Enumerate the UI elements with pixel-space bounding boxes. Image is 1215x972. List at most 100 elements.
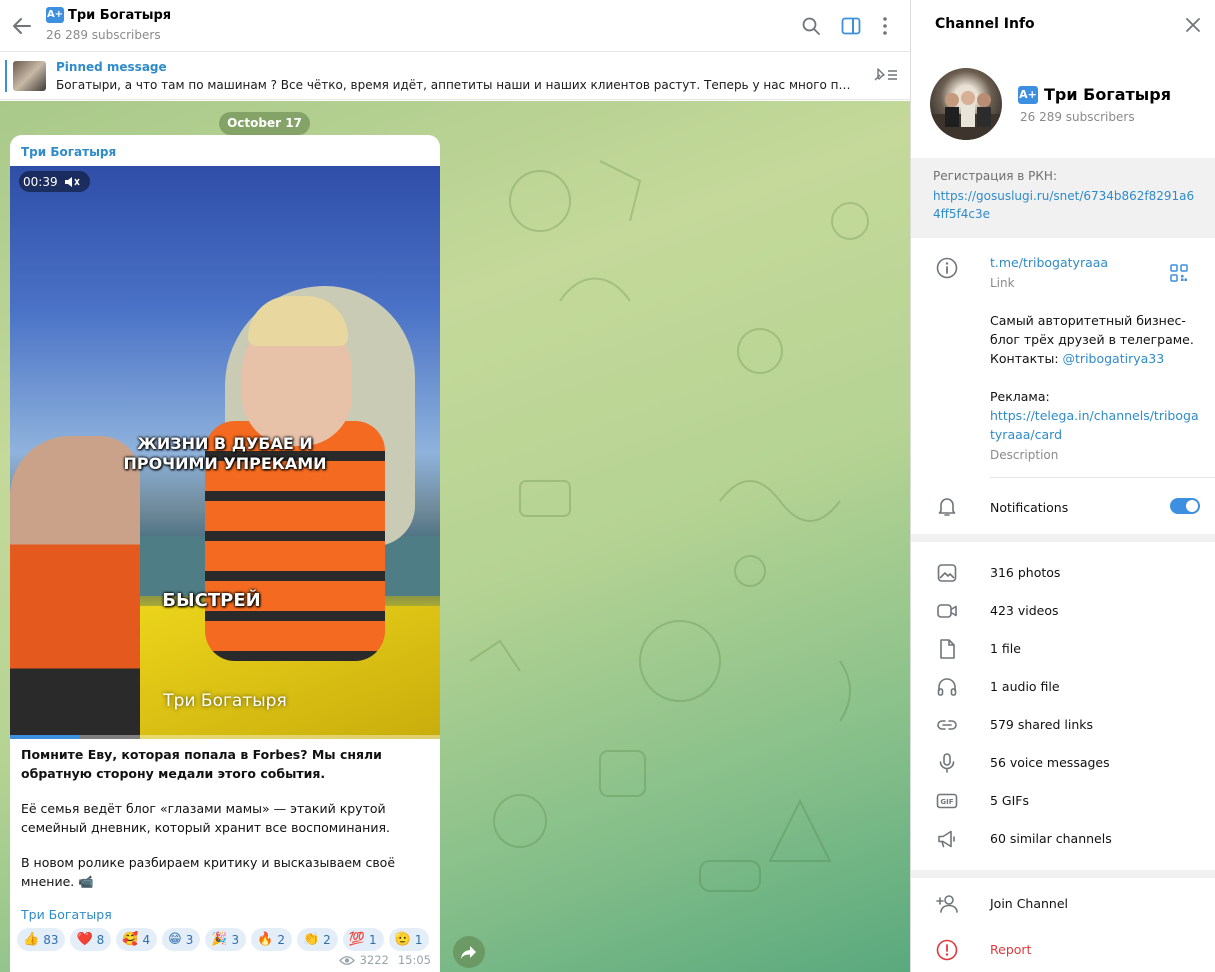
message-signature: Три Богатыря (21, 907, 112, 922)
bell-icon (935, 494, 959, 518)
reaction-chip[interactable]: 🫡 1 (388, 928, 430, 951)
reaction-count: 83 (43, 932, 59, 947)
chat-header: A+ Три Богатыря 26 289 subscribers (0, 0, 910, 52)
pinned-indicator (5, 60, 7, 92)
photo-icon (935, 561, 959, 585)
media-row-files[interactable]: 1 file (911, 630, 1215, 668)
verified-badge-icon: A+ (1018, 85, 1038, 104)
channel-subscribers: 26 289 subscribers (1020, 110, 1135, 124)
forward-button[interactable] (453, 936, 485, 968)
report-label: Report (990, 942, 1032, 957)
telegram-window: A+ Три Богатыря 26 289 subscribers Pinne… (0, 0, 1215, 972)
actions-section: Join Channel Report (911, 878, 1215, 972)
video-progress-fill (10, 735, 79, 739)
message-meta: 3222 15:05 (338, 953, 431, 967)
link-icon (935, 713, 959, 737)
description-contacts: Контакты: @tribogatirya33 (990, 349, 1200, 368)
message-time: 15:05 (397, 953, 431, 967)
reaction-emoji: 💯 (348, 932, 365, 947)
info-header: Channel Info A+ Три Богатыря 26 289 subs… (911, 0, 1215, 158)
reaction-chip[interactable]: 🎉 3 (205, 928, 247, 951)
media-row-audio[interactable]: 1 audio file (911, 668, 1215, 706)
report-button[interactable]: Report (911, 931, 1215, 969)
media-label: 316 photos (990, 565, 1061, 580)
rkn-title: Регистрация в РКН: (933, 169, 1057, 183)
media-row-links[interactable]: 579 shared links (911, 706, 1215, 744)
media-row-photos[interactable]: 316 photos (911, 554, 1215, 592)
reaction-emoji: 😁 (168, 932, 182, 947)
media-label: 56 voice messages (990, 755, 1110, 770)
reaction-chip[interactable]: 💯 1 (342, 928, 384, 951)
muted-speaker-icon[interactable] (64, 175, 80, 189)
contact-handle-link[interactable]: @tribogatirya33 (1063, 351, 1165, 366)
pinned-message-bar[interactable]: Pinned message Богатыри, а что там по ма… (0, 53, 910, 100)
ads-link[interactable]: https://telega.in/channels/tribogatyraaa… (990, 406, 1200, 444)
description-text: Самый авторитетный бизнес-блог трёх друз… (990, 313, 1194, 347)
message-text-p2: Её семья ведёт блог «глазами мамы» — эта… (21, 801, 390, 835)
info-title: Channel Info (935, 16, 1035, 32)
video-time: 00:39 (23, 174, 58, 189)
reaction-emoji: 🫡 (394, 932, 411, 947)
rkn-link[interactable]: https://gosuslugi.ru/snet/6734b862f8291a… (933, 187, 1201, 223)
chat-title[interactable]: A+ Три Богатыря (46, 7, 171, 23)
chat-subscribers: 26 289 subscribers (46, 28, 161, 42)
reaction-chip[interactable]: 👏 2 (296, 928, 338, 951)
sidebar-toggle-icon[interactable] (839, 14, 863, 38)
media-row-videos[interactable]: 423 videos (911, 592, 1215, 630)
message-author[interactable]: Три Богатыря (21, 145, 116, 159)
message-text: Помните Еву, которая попала в Forbes? Мы… (21, 745, 431, 907)
reaction-emoji: 🔥 (257, 932, 274, 947)
media-row-voice[interactable]: 56 voice messages (911, 744, 1215, 782)
description-label: Description (990, 448, 1059, 462)
channel-name-text: Три Богатыря (1044, 85, 1171, 104)
reaction-chip[interactable]: 🔥 2 (251, 928, 292, 951)
join-channel-label: Join Channel (990, 896, 1069, 911)
qr-code-icon[interactable] (1169, 263, 1189, 283)
video-timer[interactable]: 00:39 (19, 171, 90, 192)
svg-text:GIF: GIF (940, 798, 953, 806)
pinned-title: Pinned message (56, 60, 167, 74)
back-arrow-icon[interactable] (10, 14, 34, 38)
join-channel-button[interactable]: Join Channel (911, 885, 1215, 923)
close-icon[interactable] (1183, 15, 1203, 35)
eye-icon (338, 955, 355, 966)
channel-avatar[interactable] (930, 68, 1002, 140)
channel-name: A+ Три Богатыря (1018, 85, 1171, 104)
media-label: 5 GIFs (990, 793, 1030, 808)
headphones-icon (935, 675, 959, 699)
media-row-gifs[interactable]: GIF 5 GIFs (911, 782, 1215, 820)
chat-title-text: Три Богатыря (68, 7, 172, 23)
unpin-list-icon[interactable] (871, 66, 899, 84)
video-player[interactable]: 00:39 ЖИЗНИ В ДУБАЕ И ПРОЧИМИ УПРЕКАМИ Б… (10, 166, 440, 739)
gif-icon: GIF (935, 789, 959, 813)
video-progress-bar[interactable] (10, 735, 440, 739)
reaction-chip[interactable]: ❤️ 8 (70, 928, 112, 951)
media-label: 579 shared links (990, 717, 1094, 732)
media-label: 1 file (990, 641, 1021, 656)
pinned-text: Богатыри, а что там по машинам ? Все чёт… (56, 78, 851, 92)
video-caption-top: ЖИЗНИ В ДУБАЕ И ПРОЧИМИ УПРЕКАМИ (123, 434, 327, 473)
pinned-thumbnail (13, 61, 46, 91)
reaction-chip[interactable]: 👍 83 (17, 928, 66, 951)
reaction-count: 4 (142, 932, 151, 947)
more-options-icon[interactable] (873, 14, 897, 38)
contacts-label: Контакты: (990, 351, 1063, 366)
media-row-similar[interactable]: 60 similar channels (911, 820, 1215, 858)
forward-arrow-icon (460, 943, 478, 961)
notifications-toggle[interactable] (1170, 498, 1200, 514)
channel-link[interactable]: t.me/tribogatyraaa (990, 255, 1108, 270)
view-count: 3222 (359, 953, 389, 967)
video-caption-mid: БЫСТРЕЙ (162, 590, 261, 611)
reaction-emoji: 🎉 (211, 932, 228, 947)
date-separator: October 17 (219, 112, 310, 135)
megaphone-icon (935, 827, 959, 851)
reaction-chip[interactable]: 😁 3 (162, 928, 201, 951)
message-text-p3: В новом ролике разбираем критику и выска… (21, 855, 396, 889)
video-icon (935, 599, 959, 623)
media-label: 423 videos (990, 603, 1059, 618)
reaction-chip[interactable]: 🥰 4 (116, 928, 158, 951)
reaction-count: 1 (414, 932, 423, 947)
message-text-bold: Помните Еву, которая попала в Forbes? Мы… (21, 747, 382, 781)
add-user-icon (935, 892, 959, 916)
search-icon[interactable] (799, 14, 823, 38)
